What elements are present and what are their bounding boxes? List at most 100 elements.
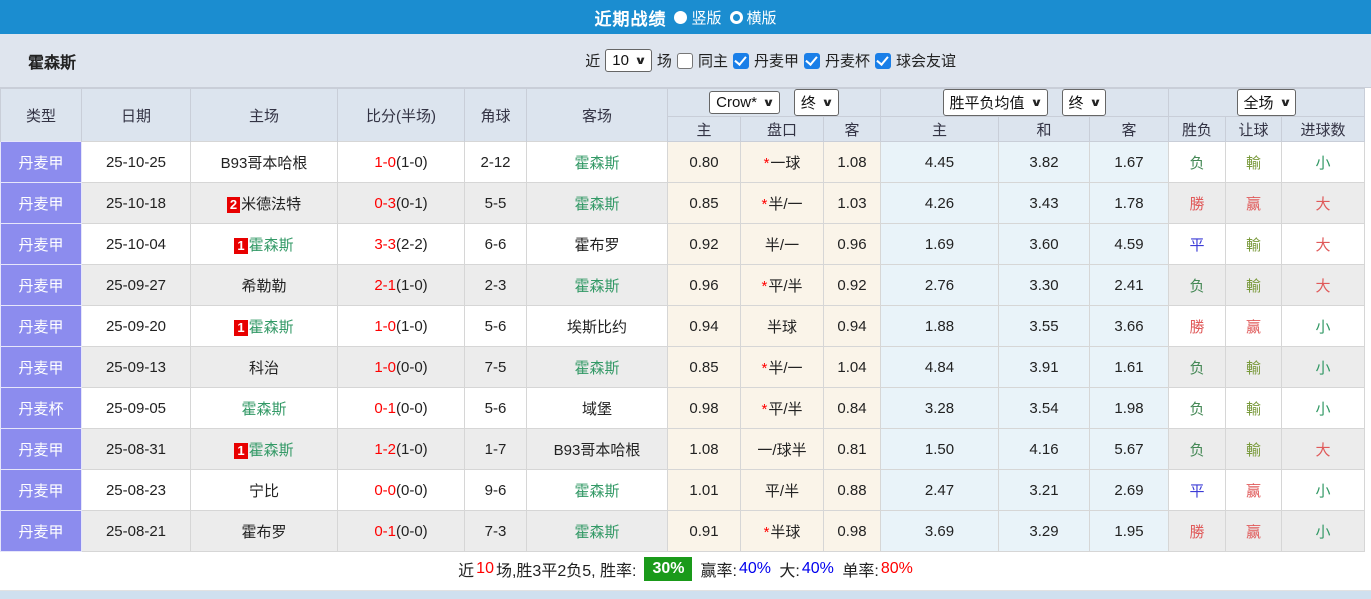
home-team-cell[interactable]: 宁比 xyxy=(190,469,338,511)
odds-time-select[interactable]: 终 ∨ xyxy=(793,89,839,116)
scope-select[interactable]: 全场 ∨ xyxy=(1236,89,1297,116)
let-result-cell-text: 輸 xyxy=(1245,236,1261,254)
let-result-cell-text: 赢 xyxy=(1245,523,1261,541)
home-team-cell[interactable]: B93哥本哈根 xyxy=(190,141,338,183)
home-team-cell[interactable]: 1 霍森斯 xyxy=(190,223,338,265)
odds-time-value: 终 xyxy=(800,95,816,112)
summary-single-label: 单率: xyxy=(842,562,879,580)
avg-draw-cell: 3.29 xyxy=(998,510,1090,552)
odds-away-cell: 0.94 xyxy=(823,305,881,347)
wdl-result-cell-text: 勝 xyxy=(1189,523,1205,541)
away-team-cell[interactable]: 霍森斯 xyxy=(526,510,668,552)
rank-badge: 1 xyxy=(234,237,248,254)
subheader-avg-away: 客 xyxy=(1089,116,1169,142)
halftime-score: (1-0) xyxy=(396,153,428,171)
handicap-cell: 半/一 xyxy=(740,223,824,265)
away-team-cell[interactable]: B93哥本哈根 xyxy=(526,428,668,470)
avg-home-cell: 2.76 xyxy=(880,264,999,306)
away-team-cell[interactable]: 霍森斯 xyxy=(526,346,668,388)
home-team-cell[interactable]: 霍布罗 xyxy=(190,510,338,552)
away-team-cell[interactable]: 霍森斯 xyxy=(526,141,668,183)
match-type-cell: 丹麦甲 xyxy=(0,510,82,552)
away-team-cell[interactable]: 霍森斯 xyxy=(526,264,668,306)
home-team-cell[interactable]: 希勒勒 xyxy=(190,264,338,306)
match-count-select[interactable]: 10 ∨ xyxy=(605,49,652,72)
handicap-text: 半球 xyxy=(766,318,797,336)
handicap-text: 半/一 xyxy=(768,359,803,377)
away-team-name: 霍森斯 xyxy=(574,523,620,541)
home-team-name: 霍森斯 xyxy=(241,400,287,418)
home-team-cell[interactable]: 科治 xyxy=(190,346,338,388)
odds-home-cell: 0.85 xyxy=(667,346,741,388)
let-result-cell-text: 赢 xyxy=(1245,482,1261,500)
chevron-down-icon: ∨ xyxy=(762,97,775,109)
corner-cell: 5-6 xyxy=(464,387,527,429)
let-result-cell: 輸 xyxy=(1225,223,1282,265)
chevron-down-icon: ∨ xyxy=(1088,97,1102,109)
halftime-score: (2-2) xyxy=(396,235,428,253)
fulltime-score: 3-3 xyxy=(374,235,396,253)
avg-draw-cell: 4.16 xyxy=(998,428,1090,470)
wdl-result-cell: 勝 xyxy=(1168,510,1226,552)
league2-checkbox[interactable] xyxy=(803,52,820,69)
let-result-cell-text: 赢 xyxy=(1245,195,1261,213)
match-type-cell: 丹麦甲 xyxy=(0,182,82,224)
halftime-score: (0-0) xyxy=(396,358,428,376)
wdl-result-cell-text: 负 xyxy=(1189,441,1205,459)
wdl-result-cell: 平 xyxy=(1168,223,1226,265)
home-team-cell[interactable]: 1 霍森斯 xyxy=(190,305,338,347)
odds-home-cell: 0.96 xyxy=(667,264,741,306)
halftime-score: (0-1) xyxy=(396,194,428,212)
avg-draw-cell: 3.54 xyxy=(998,387,1090,429)
goal-result-cell: 小 xyxy=(1280,469,1366,511)
avg-away-cell: 1.61 xyxy=(1089,346,1169,388)
same-home-checkbox[interactable] xyxy=(676,52,693,69)
away-team-cell[interactable]: 域堡 xyxy=(526,387,668,429)
halftime-score: (0-0) xyxy=(396,399,428,417)
goal-result-cell: 大 xyxy=(1280,428,1366,470)
score-cell: 0-1(0-0) xyxy=(337,387,465,429)
avg-type-select[interactable]: 胜平负均值 ∨ xyxy=(942,89,1048,116)
let-result-cell-text: 輸 xyxy=(1245,154,1261,172)
away-team-cell[interactable]: 霍森斯 xyxy=(526,182,668,224)
home-team-name: 霍森斯 xyxy=(248,441,294,459)
home-team-cell[interactable]: 霍森斯 xyxy=(190,387,338,429)
home-team-cell[interactable]: 2 米德法特 xyxy=(190,182,338,224)
goal-result-cell-text: 小 xyxy=(1315,318,1331,336)
win-rate-badge: 30% xyxy=(644,556,693,581)
avg-home-cell: 1.88 xyxy=(880,305,999,347)
league1-checkbox[interactable] xyxy=(732,52,749,69)
odds-home-cell: 0.92 xyxy=(667,223,741,265)
match-date-cell: 25-09-27 xyxy=(81,264,191,306)
match-date-cell: 25-09-13 xyxy=(81,346,191,388)
fulltime-score: 0-1 xyxy=(374,399,396,417)
corner-cell: 5-6 xyxy=(464,305,527,347)
odds-away-cell: 0.84 xyxy=(823,387,881,429)
layout-radio-vertical[interactable]: 竖版 xyxy=(674,7,722,28)
scope-header: 全场 ∨ xyxy=(1167,88,1366,117)
avg-away-cell: 3.66 xyxy=(1089,305,1169,347)
odds-home-cell: 0.94 xyxy=(667,305,741,347)
home-team-cell[interactable]: 1 霍森斯 xyxy=(190,428,338,470)
wdl-result-cell-text: 勝 xyxy=(1189,195,1205,213)
title-bar: 近期战绩 竖版 横版 xyxy=(0,0,1371,34)
summary-singlepct: 80% xyxy=(880,559,913,577)
fulltime-score: 0-1 xyxy=(374,522,396,540)
league3-checkbox[interactable] xyxy=(874,52,891,69)
odds-home-cell: 0.85 xyxy=(667,182,741,224)
layout-radio-horizontal[interactable]: 横版 xyxy=(729,7,777,28)
results-tbody: 丹麦甲 25-10-25 B93哥本哈根 1-0(1-0) 2-12 霍森斯 0.80 *一球… xyxy=(0,141,1366,552)
away-team-cell[interactable]: 霍森斯 xyxy=(526,469,668,511)
bookmaker-select[interactable]: Crow* ∨ xyxy=(709,91,780,114)
avg-time-select[interactable]: 终 ∨ xyxy=(1061,89,1107,116)
away-team-cell[interactable]: 埃斯比约 xyxy=(526,305,668,347)
avg-draw-cell: 3.91 xyxy=(998,346,1090,388)
avg-draw-cell: 3.43 xyxy=(998,182,1090,224)
away-team-cell[interactable]: 霍布罗 xyxy=(526,223,668,265)
summary-big-label: 大: xyxy=(779,562,800,580)
match-type-cell: 丹麦甲 xyxy=(0,305,82,347)
goal-result-cell: 小 xyxy=(1280,346,1366,388)
wdl-result-cell: 负 xyxy=(1168,141,1226,183)
corner-cell: 7-5 xyxy=(464,346,527,388)
goal-result-cell: 小 xyxy=(1280,510,1366,552)
